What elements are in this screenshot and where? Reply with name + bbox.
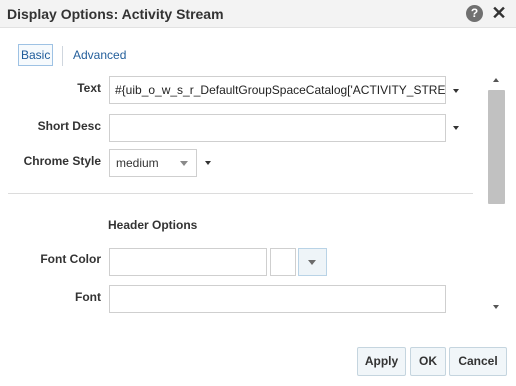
short-desc-field[interactable] bbox=[109, 114, 446, 142]
tab-divider bbox=[62, 46, 63, 66]
text-label: Text bbox=[77, 81, 101, 95]
chrome-style-options-caret-icon[interactable] bbox=[205, 161, 211, 165]
chevron-down-icon bbox=[180, 161, 188, 166]
ok-button[interactable]: OK bbox=[410, 347, 446, 376]
short-desc-options-caret-icon[interactable] bbox=[453, 126, 459, 130]
chrome-style-label: Chrome Style bbox=[23, 154, 101, 168]
tab-advanced[interactable]: Advanced bbox=[73, 48, 126, 62]
header-options-title: Header Options bbox=[108, 218, 198, 232]
chrome-style-select[interactable]: medium bbox=[109, 149, 197, 177]
section-divider bbox=[8, 193, 473, 194]
font-field[interactable] bbox=[109, 285, 446, 313]
help-icon[interactable]: ? bbox=[466, 5, 483, 22]
scroll-down-arrow-icon[interactable] bbox=[493, 305, 499, 309]
tab-basic[interactable]: Basic bbox=[18, 44, 54, 66]
scrollbar-thumb[interactable] bbox=[488, 90, 505, 204]
dialog-title: Display Options: Activity Stream bbox=[7, 6, 224, 22]
chevron-down-icon bbox=[308, 260, 316, 265]
cancel-button[interactable]: Cancel bbox=[449, 347, 507, 376]
font-color-dropdown-button[interactable] bbox=[298, 248, 327, 276]
font-label: Font bbox=[75, 290, 101, 304]
close-icon[interactable]: ✕ bbox=[491, 3, 507, 23]
dialog-title-bar: Display Options: Activity Stream ? ✕ bbox=[0, 0, 516, 28]
chrome-style-value: medium bbox=[116, 156, 159, 170]
text-options-caret-icon[interactable] bbox=[453, 89, 459, 93]
font-color-label: Font Color bbox=[40, 252, 101, 266]
apply-button[interactable]: Apply bbox=[357, 347, 406, 376]
scroll-up-arrow-icon[interactable] bbox=[493, 78, 499, 82]
font-color-field[interactable] bbox=[109, 248, 267, 276]
short-desc-label: Short Desc bbox=[37, 119, 101, 133]
font-color-swatch bbox=[270, 248, 296, 276]
text-field[interactable]: #{uib_o_w_s_r_DefaultGroupSpaceCatalog['… bbox=[109, 76, 446, 104]
